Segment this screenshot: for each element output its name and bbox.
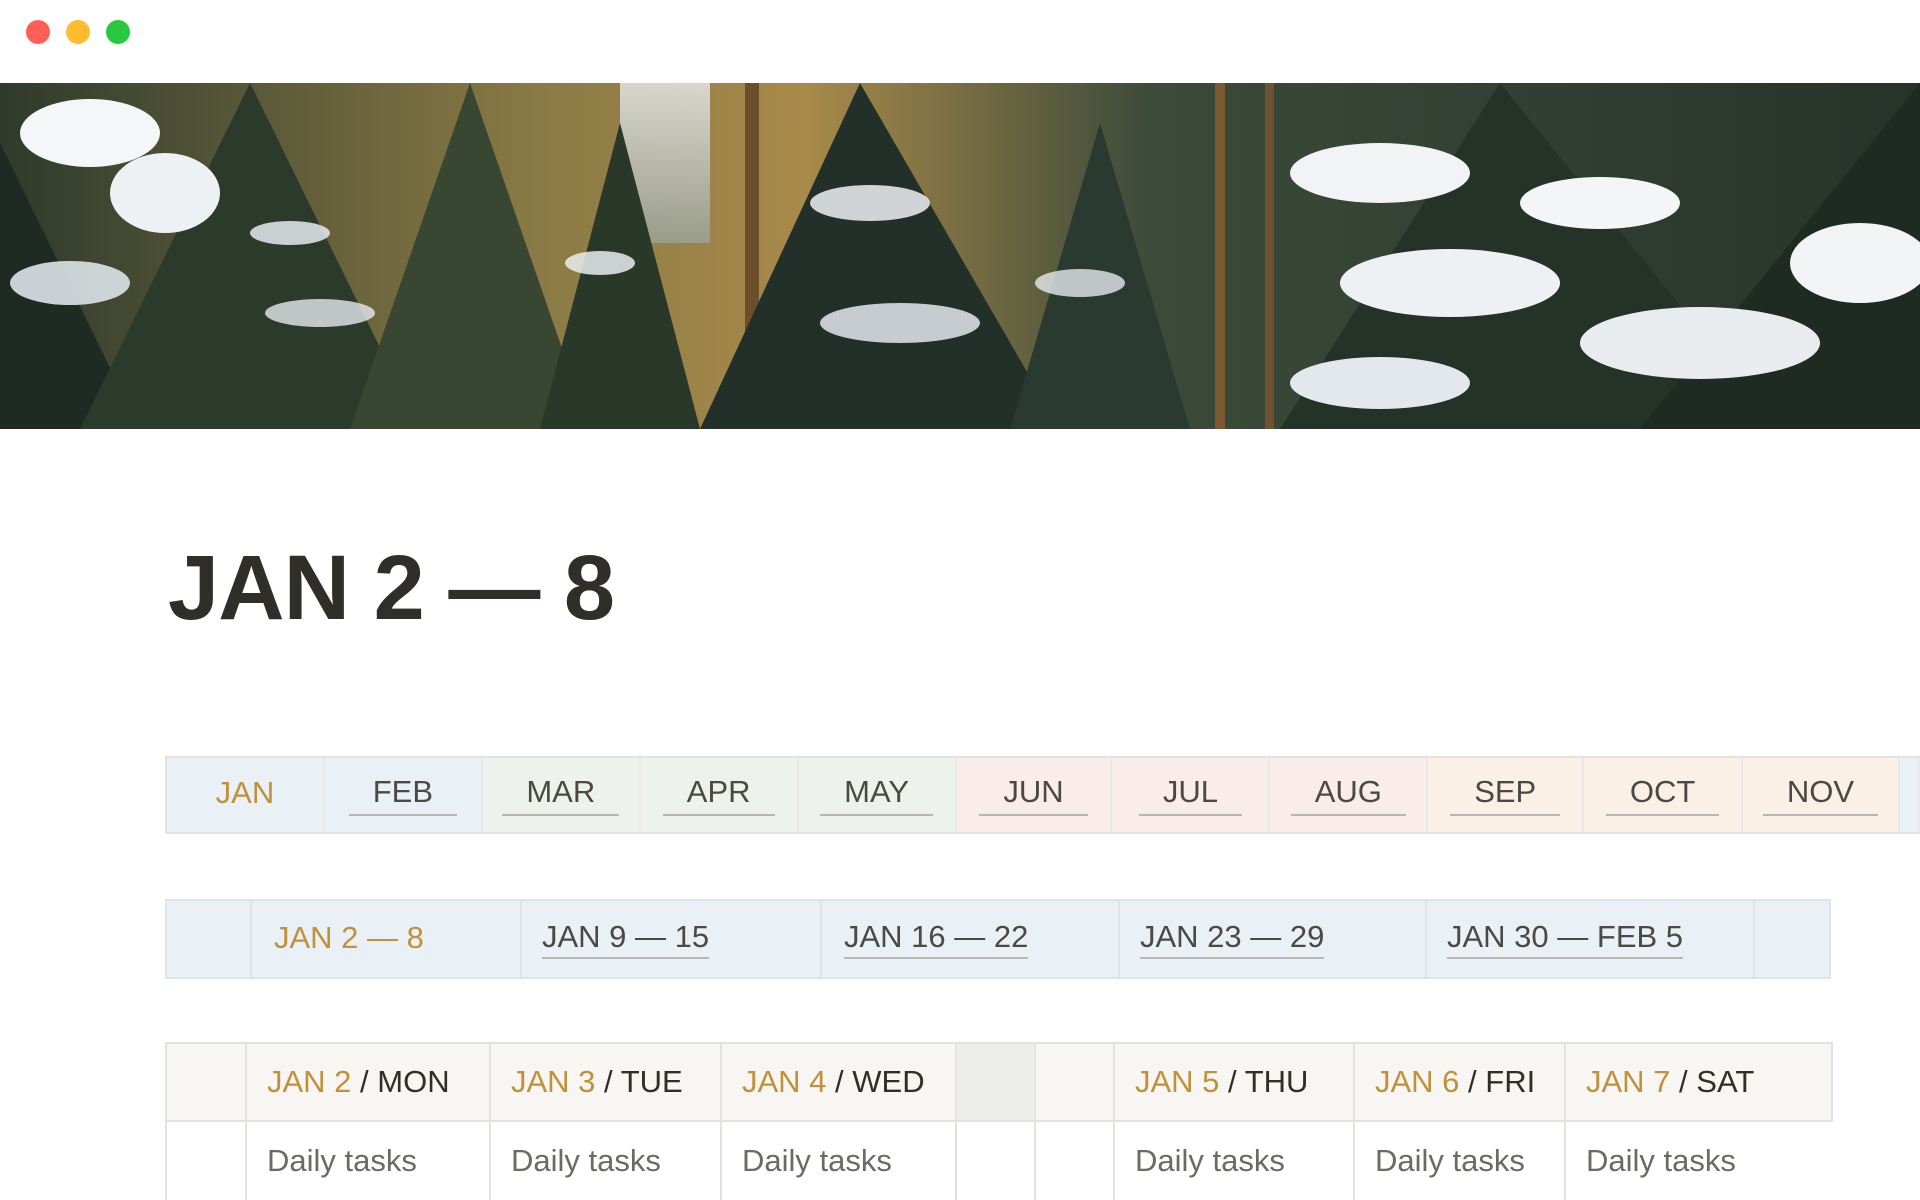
week-tab-1[interactable]: JAN 2 — 8 <box>252 901 522 977</box>
day-label: JAN 4 / WED <box>742 1064 925 1099</box>
week-tab-3[interactable]: JAN 16 — 22 <box>822 901 1120 977</box>
days-spacer <box>1036 1044 1115 1120</box>
week-label: JAN 9 — 15 <box>542 919 710 959</box>
month-tab-nov[interactable]: NOV <box>1743 758 1900 832</box>
days-spacer <box>167 1122 247 1200</box>
days-table-body: Daily tasks Daily tasks Daily tasks Dail… <box>165 1122 1833 1200</box>
month-tab-aug[interactable]: AUG <box>1270 758 1429 832</box>
week-nav: JAN 2 — 8 JAN 9 — 15 JAN 16 — 22 JAN 23 … <box>165 899 1831 979</box>
column-gap <box>957 1044 1036 1120</box>
month-nav: JAN FEB MAR APR MAY JUN JUL AUG SEP OCT … <box>165 756 1920 834</box>
zoom-window-button[interactable] <box>106 20 130 44</box>
task-label: Daily tasks <box>1375 1143 1525 1178</box>
days-spacer <box>1036 1122 1115 1200</box>
page-title: JAN 2 — 8 <box>168 537 615 639</box>
day-header-wed[interactable]: JAN 4 / WED <box>722 1044 957 1120</box>
day-label: JAN 2 / MON <box>267 1064 450 1099</box>
snowy-forest-image <box>0 83 1920 429</box>
month-tab-overflow <box>1899 758 1920 832</box>
month-tab-feb[interactable]: FEB <box>324 758 483 832</box>
month-label: MAR <box>502 774 620 816</box>
day-label: JAN 5 / THU <box>1135 1064 1309 1099</box>
month-tab-jun[interactable]: JUN <box>956 758 1113 832</box>
month-label: FEB <box>348 774 457 816</box>
month-label: APR <box>662 774 775 816</box>
month-tab-may[interactable]: MAY <box>798 758 957 832</box>
task-cell-fri[interactable]: Daily tasks <box>1355 1122 1566 1200</box>
days-table-header: JAN 2 / MON JAN 3 / TUE JAN 4 / WED JAN … <box>165 1042 1833 1122</box>
close-window-button[interactable] <box>26 20 50 44</box>
month-label: JUL <box>1138 774 1242 816</box>
task-cell-thu[interactable]: Daily tasks <box>1115 1122 1355 1200</box>
cover-image <box>0 83 1920 429</box>
window-titlebar <box>0 0 1920 83</box>
month-label: SEP <box>1450 774 1561 816</box>
day-header-tue[interactable]: JAN 3 / TUE <box>491 1044 722 1120</box>
week-nav-spacer <box>167 901 252 977</box>
month-tab-mar[interactable]: MAR <box>482 758 641 832</box>
days-spacer <box>167 1044 247 1120</box>
month-tab-jan[interactable]: JAN <box>167 758 325 832</box>
task-label: Daily tasks <box>1135 1143 1285 1178</box>
month-tab-oct[interactable]: OCT <box>1584 758 1744 832</box>
week-tab-5[interactable]: JAN 30 — FEB 5 <box>1427 901 1755 977</box>
column-gap <box>957 1122 1036 1200</box>
task-label: Daily tasks <box>742 1143 892 1178</box>
week-label: JAN 2 — 8 <box>274 920 424 955</box>
day-header-fri[interactable]: JAN 6 / FRI <box>1355 1044 1566 1120</box>
day-label: JAN 7 / SAT <box>1586 1064 1755 1099</box>
day-label: JAN 6 / FRI <box>1375 1064 1536 1099</box>
month-tab-apr[interactable]: APR <box>640 758 799 832</box>
day-header-sat[interactable]: JAN 7 / SAT <box>1566 1044 1831 1120</box>
month-label: JAN <box>215 775 275 810</box>
month-label: OCT <box>1605 774 1720 816</box>
task-label: Daily tasks <box>1586 1143 1736 1178</box>
week-label: JAN 16 — 22 <box>844 919 1029 959</box>
month-label: JUN <box>979 774 1088 816</box>
day-label: JAN 3 / TUE <box>511 1064 683 1099</box>
task-cell-tue[interactable]: Daily tasks <box>491 1122 722 1200</box>
day-header-thu[interactable]: JAN 5 / THU <box>1115 1044 1355 1120</box>
week-label: JAN 23 — 29 <box>1140 919 1325 959</box>
month-label: NOV <box>1762 774 1879 816</box>
task-cell-sat[interactable]: Daily tasks <box>1566 1122 1831 1200</box>
week-tab-4[interactable]: JAN 23 — 29 <box>1120 901 1427 977</box>
task-label: Daily tasks <box>267 1143 417 1178</box>
task-cell-mon[interactable]: Daily tasks <box>247 1122 491 1200</box>
task-cell-wed[interactable]: Daily tasks <box>722 1122 957 1200</box>
day-header-mon[interactable]: JAN 2 / MON <box>247 1044 491 1120</box>
week-label: JAN 30 — FEB 5 <box>1447 919 1684 959</box>
month-tab-jul[interactable]: JUL <box>1112 758 1271 832</box>
week-tab-2[interactable]: JAN 9 — 15 <box>522 901 822 977</box>
task-label: Daily tasks <box>511 1143 661 1178</box>
month-label: AUG <box>1290 774 1406 816</box>
month-tab-sep[interactable]: SEP <box>1428 758 1585 832</box>
minimize-window-button[interactable] <box>66 20 90 44</box>
month-label: MAY <box>820 774 934 816</box>
